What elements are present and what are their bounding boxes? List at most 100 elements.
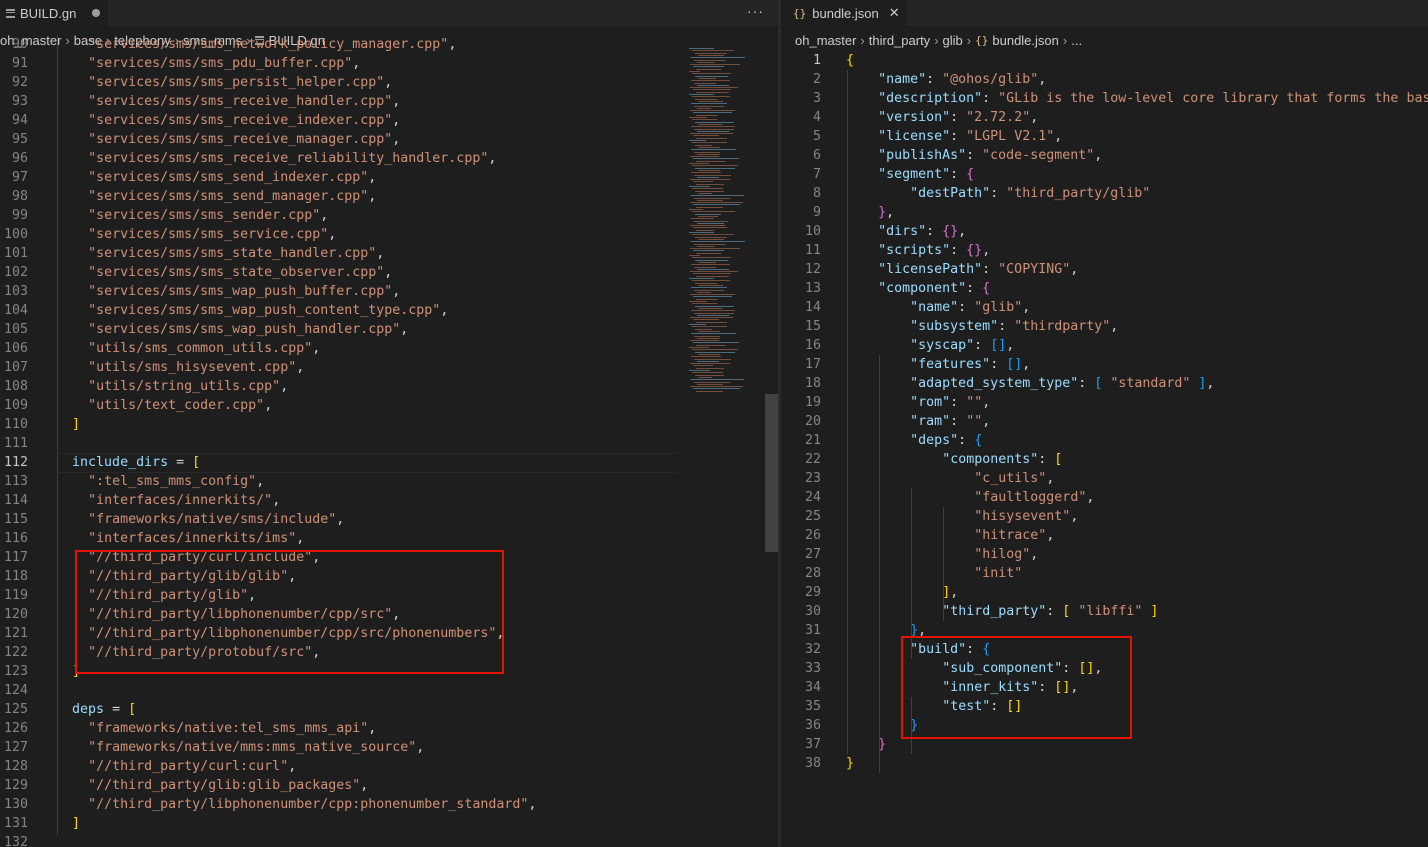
- code-line[interactable]: 132: [0, 833, 778, 847]
- code-line[interactable]: 13 "component": {: [781, 279, 1428, 298]
- close-icon[interactable]: ✕: [889, 5, 900, 21]
- code-line[interactable]: 106 "utils/sms_common_utils.cpp",: [0, 339, 778, 358]
- minimap-line: [692, 280, 730, 282]
- unsaved-dot-icon[interactable]: [92, 9, 101, 17]
- tab-build-gn[interactable]: BUILD.gn: [0, 0, 108, 26]
- code-line[interactable]: 94 "services/sms/sms_receive_indexer.cpp…: [0, 111, 778, 130]
- minimap-line: [697, 130, 730, 132]
- code-line[interactable]: 124: [0, 681, 778, 700]
- code-line[interactable]: 10 "dirs": {},: [781, 222, 1428, 241]
- code-line[interactable]: 5 "license": "LGPL V2.1",: [781, 127, 1428, 146]
- code-line[interactable]: 111: [0, 434, 778, 453]
- breadcrumb-item[interactable]: ...: [1071, 33, 1082, 48]
- code-line[interactable]: 2 "name": "@ohos/glib",: [781, 70, 1428, 89]
- breadcrumb-item[interactable]: glib: [943, 33, 963, 48]
- code-line[interactable]: 115 "frameworks/native/sms/include",: [0, 510, 778, 529]
- code-line[interactable]: 113 ":tel_sms_mms_config",: [0, 472, 778, 491]
- minimap-line: [689, 94, 715, 95]
- code-line[interactable]: 102 "services/sms/sms_state_observer.cpp…: [0, 263, 778, 282]
- scrollbar-thumb[interactable]: [765, 394, 778, 552]
- code-line[interactable]: 9 },: [781, 203, 1428, 222]
- minimap-line: [689, 117, 708, 118]
- code-text: "scripts": {},: [878, 243, 991, 258]
- minimap[interactable]: [683, 44, 765, 404]
- code-line[interactable]: 12 "licensePath": "COPYING",: [781, 260, 1428, 279]
- minimap-line: [692, 188, 723, 190]
- code-line[interactable]: 100 "services/sms/sms_service.cpp",: [0, 225, 778, 244]
- code-line[interactable]: 16 "syscap": [],: [781, 336, 1428, 355]
- minimap-line: [690, 225, 726, 227]
- minimap-line: [696, 160, 726, 162]
- line-number: 12: [804, 262, 821, 277]
- code-line[interactable]: 125 deps = [: [0, 700, 778, 719]
- code-line[interactable]: 7 "segment": {: [781, 165, 1428, 184]
- minimap-line: [695, 328, 712, 330]
- minimap-line: [690, 248, 740, 250]
- code-line[interactable]: 90 "services/sms/sms_network_policy_mana…: [0, 35, 778, 54]
- code-line[interactable]: 127 "frameworks/native/mms:mms_native_so…: [0, 738, 778, 757]
- code-line[interactable]: 114 "interfaces/innerkits/",: [0, 491, 778, 510]
- line-number: 132: [3, 835, 28, 847]
- code-line[interactable]: 103 "services/sms/sms_wap_push_buffer.cp…: [0, 282, 778, 301]
- code-line[interactable]: 129 "//third_party/glib:glib_packages",: [0, 776, 778, 795]
- code-line[interactable]: 108 "utils/string_utils.cpp",: [0, 377, 778, 396]
- code-line[interactable]: 130 "//third_party/libphonenumber/cpp:ph…: [0, 795, 778, 814]
- code-editor[interactable]: 90 "services/sms/sms_network_policy_mana…: [0, 35, 778, 847]
- minimap-line: [692, 234, 734, 236]
- code-line[interactable]: 14 "name": "glib",: [781, 298, 1428, 317]
- line-number: 13: [804, 281, 821, 296]
- code-line[interactable]: 126 "frameworks/native:tel_sms_mms_api",: [0, 719, 778, 738]
- tab-bundle-json[interactable]: {} bundle.json ✕: [781, 0, 907, 26]
- code-line[interactable]: 109 "utils/text_coder.cpp",: [0, 396, 778, 415]
- code-line[interactable]: 97 "services/sms/sms_send_indexer.cpp",: [0, 168, 778, 187]
- minimap-line: [693, 135, 719, 137]
- code-line[interactable]: 105 "services/sms/sms_wap_push_handler.c…: [0, 320, 778, 339]
- code-line[interactable]: 101 "services/sms/sms_state_handler.cpp"…: [0, 244, 778, 263]
- code-line[interactable]: 107 "utils/sms_hisysevent.cpp",: [0, 358, 778, 377]
- code-text: "interfaces/innerkits/",: [88, 493, 281, 508]
- code-text: "publishAs": "code-segment",: [878, 148, 1103, 163]
- minimap-line: [698, 123, 722, 125]
- minimap-line: [689, 347, 710, 348]
- code-line[interactable]: 96 "services/sms/sms_receive_reliability…: [0, 149, 778, 168]
- code-line[interactable]: 6 "publishAs": "code-segment",: [781, 146, 1428, 165]
- line-number: 6: [812, 148, 821, 163]
- code-line[interactable]: 1{: [781, 51, 1428, 70]
- code-line[interactable]: 95 "services/sms/sms_receive_manager.cpp…: [0, 130, 778, 149]
- code-line[interactable]: 131 ]: [0, 814, 778, 833]
- code-line[interactable]: 4 "version": "2.72.2",: [781, 108, 1428, 127]
- minimap-line: [693, 319, 719, 321]
- code-line[interactable]: 15 "subsystem": "thirdparty",: [781, 317, 1428, 336]
- code-line[interactable]: 128 "//third_party/curl:curl",: [0, 757, 778, 776]
- code-line[interactable]: 3 "description": "GLib is the low-level …: [781, 89, 1428, 108]
- code-line[interactable]: 8 "destPath": "third_party/glib": [781, 184, 1428, 203]
- breadcrumb-item[interactable]: bundle.json: [992, 33, 1059, 48]
- minimap-line: [698, 307, 722, 309]
- line-number: 15: [804, 319, 821, 334]
- line-number: 5: [812, 129, 821, 144]
- code-line[interactable]: 98 "services/sms/sms_send_manager.cpp",: [0, 187, 778, 206]
- tab-label: BUILD.gn: [20, 5, 77, 21]
- line-number: 25: [804, 509, 821, 524]
- json-braces-icon: {}: [793, 6, 807, 20]
- line-number: 35: [804, 699, 821, 714]
- code-editor[interactable]: 1{2 "name": "@ohos/glib", 3 "description"…: [781, 51, 1428, 847]
- code-line[interactable]: 11 "scripts": {},: [781, 241, 1428, 260]
- code-text: "utils/sms_hisysevent.cpp",: [88, 360, 305, 375]
- code-line[interactable]: 104 "services/sms/sms_wap_push_content_t…: [0, 301, 778, 320]
- line-number: 19: [804, 395, 821, 410]
- code-text: "//third_party/libphonenumber/cpp:phonen…: [88, 797, 537, 812]
- breadcrumb-item[interactable]: oh_master: [795, 33, 856, 48]
- code-line[interactable]: 93 "services/sms/sms_receive_handler.cpp…: [0, 92, 778, 111]
- minimap-line: [690, 294, 735, 296]
- line-number: 114: [3, 493, 28, 508]
- code-line[interactable]: 116 "interfaces/innerkits/ims",: [0, 529, 778, 548]
- code-line[interactable]: 92 "services/sms/sms_persist_helper.cpp"…: [0, 73, 778, 92]
- minimap-line: [691, 172, 721, 174]
- line-number: 115: [3, 512, 28, 527]
- code-line[interactable]: 99 "services/sms/sms_sender.cpp",: [0, 206, 778, 225]
- code-line[interactable]: 91 "services/sms/sms_pdu_buffer.cpp",: [0, 54, 778, 73]
- more-actions-icon[interactable]: ···: [747, 3, 764, 19]
- code-line[interactable]: 110 ]: [0, 415, 778, 434]
- breadcrumb-item[interactable]: third_party: [869, 33, 930, 48]
